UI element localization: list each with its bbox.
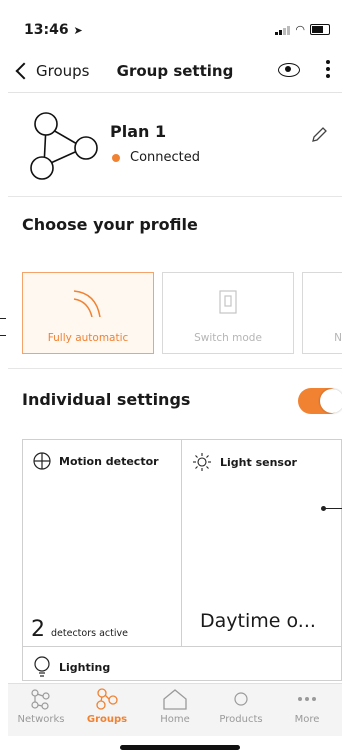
tab-label: Networks [17,714,65,725]
status-bar: 13:46 ➤ ◠ [8,0,342,44]
divider [8,196,342,197]
guide-tick [0,335,6,336]
tab-label: Groups [86,714,128,725]
profile-next[interactable]: N [302,272,342,354]
networks-icon [8,688,74,710]
detector-count-row: 2 detectors active [31,617,128,642]
card-title: Lighting [33,656,110,678]
left-edge-guides [0,0,8,753]
annotation-line [325,508,342,509]
profile-label: Fully automatic [47,332,129,344]
individual-settings-toggle[interactable] [298,388,342,414]
status-icons: ◠ [275,23,330,36]
card-title: Motion detector [33,452,159,470]
profile-selector: Fully automatic Switch mode N [22,272,342,354]
status-time: 13:46 ➤ [24,22,83,38]
card-title-text: Light sensor [220,455,297,469]
status-dot-icon [112,153,120,162]
groups-icon [74,688,140,710]
tab-label: Home [160,714,190,725]
tab-label: Products [219,714,263,725]
card-title-text: Motion detector [59,454,159,468]
tab-bar: Networks Groups Home Products More [8,683,342,736]
tab-groups[interactable]: Groups [74,688,140,725]
tab-more[interactable]: More [274,688,340,725]
light-sensor-value: Daytime o... [200,610,316,632]
home-icon [142,688,208,710]
lighting-card[interactable]: Lighting [23,647,341,680]
eye-icon[interactable] [278,63,300,77]
motion-waves-icon [73,290,101,318]
battery-icon [310,24,330,35]
products-icon [208,688,274,710]
connection-status: Connected [112,150,200,165]
individual-settings-title: Individual settings [22,390,191,409]
card-title-text: Lighting [59,660,111,674]
light-sensor-card[interactable]: Light sensor Daytime o... [182,440,341,647]
detector-count: 2 [31,617,45,642]
more-options-icon[interactable] [326,60,330,78]
tab-label: More [294,714,320,725]
settings-grid: Motion detector 2 detectors active Light… [22,439,342,681]
motion-detector-icon [33,452,51,470]
group-network-icon [30,112,98,180]
wifi-icon: ◠ [295,23,305,36]
edit-pencil-icon[interactable] [310,126,328,144]
guide-tick [0,318,6,319]
profile-fully-automatic[interactable]: Fully automatic [22,272,154,354]
app-screen: 13:46 ➤ ◠ Groups Group setting Plan 1 Co… [8,0,342,753]
status-text: Connected [130,150,201,165]
group-name: Plan 1 [110,122,167,141]
location-arrow-icon: ➤ [73,24,83,37]
detector-count-label: detectors active [51,628,128,639]
card-title: Light sensor [192,452,297,472]
profile-switch-mode[interactable]: Switch mode [162,272,294,354]
navigation-bar: Groups Group setting [8,52,342,93]
lightbulb-icon [34,656,50,677]
home-indicator [120,745,240,750]
tab-networks[interactable]: Networks [8,688,74,725]
signal-icon [275,25,291,35]
profile-label: Switch mode [194,332,262,344]
tab-home[interactable]: Home [142,688,208,725]
more-icon [274,688,340,710]
motion-detector-card[interactable]: Motion detector 2 detectors active [23,440,182,647]
sun-icon [193,453,211,471]
tab-products[interactable]: Products [208,688,274,725]
profile-label: N [334,332,342,344]
switch-icon [219,290,237,314]
divider [8,368,342,369]
profile-section-title: Choose your profile [22,215,198,234]
